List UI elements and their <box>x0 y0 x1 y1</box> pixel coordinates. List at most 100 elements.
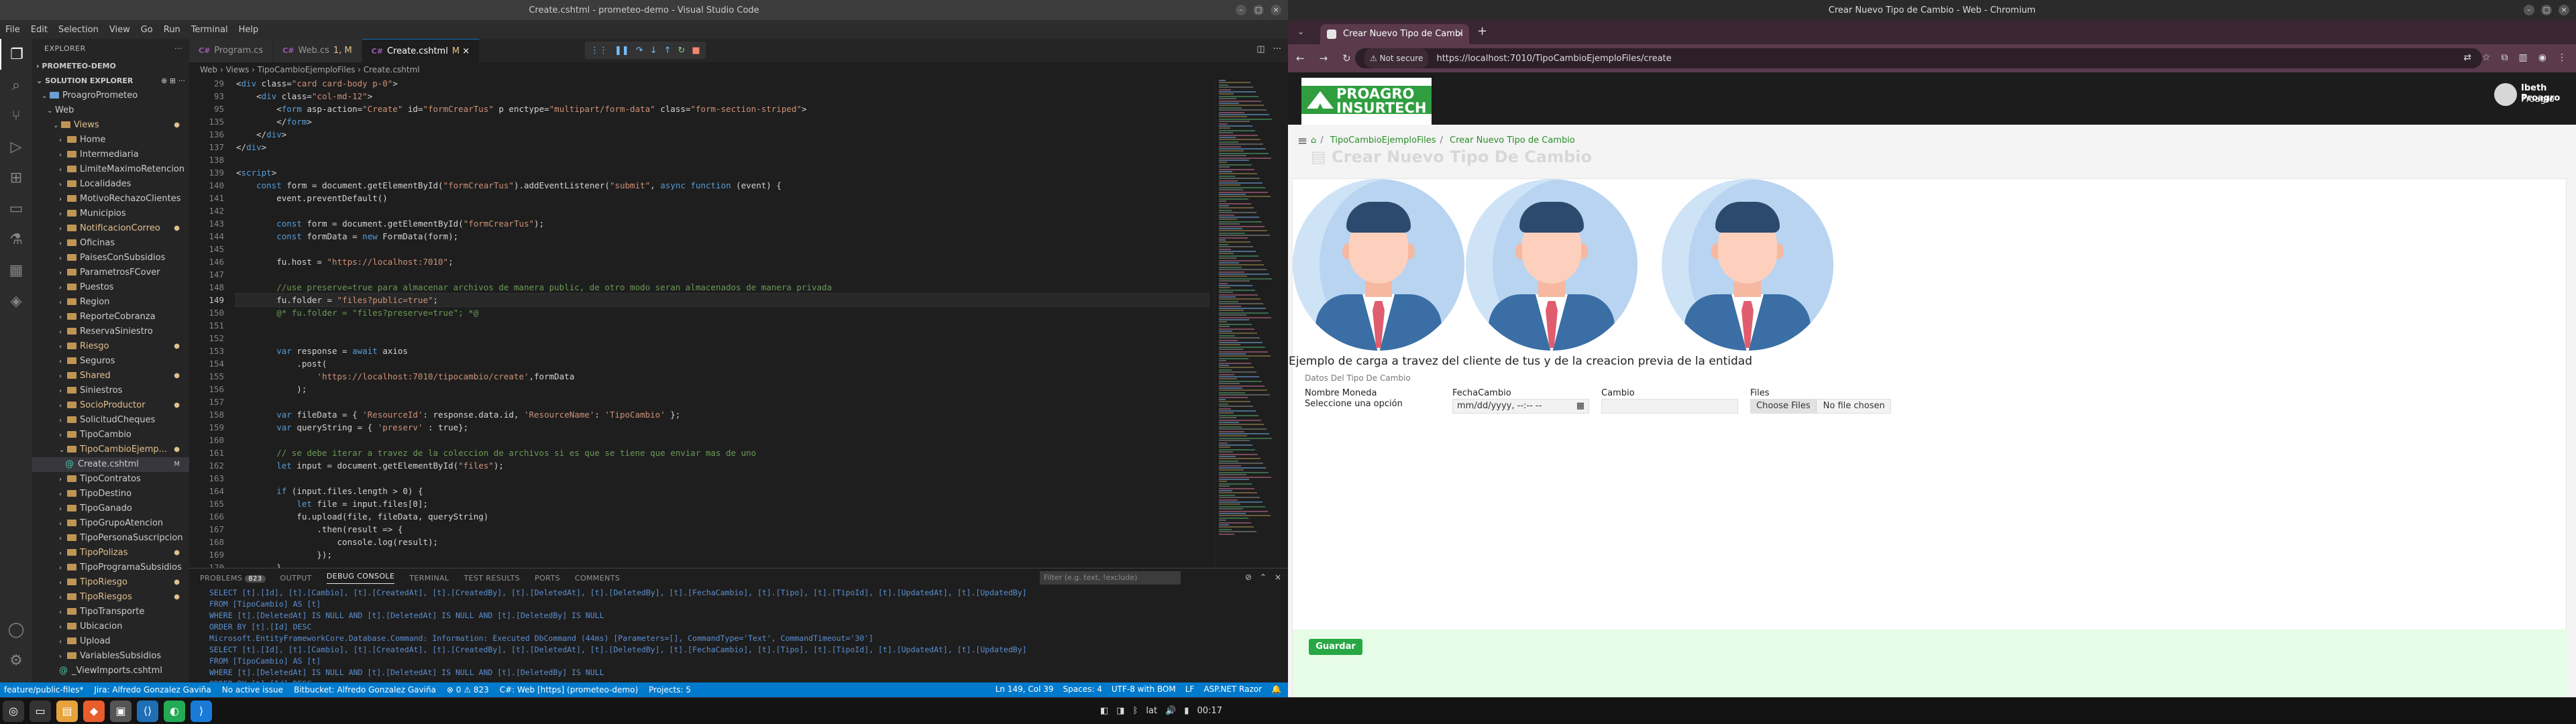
home-icon[interactable]: ⌂ <box>1311 135 1316 145</box>
hamburger-menu-icon[interactable]: ≡ <box>1297 134 1307 148</box>
translate-icon[interactable]: ⇄ <box>2463 52 2471 63</box>
tree-row[interactable]: › Upload <box>32 634 189 649</box>
code-line[interactable]: //use preserve=true para almacenar archi… <box>236 281 1209 294</box>
solution-explorer-section[interactable]: ⌄ SOLUTION EXPLORER ⊕ ⊞ ··· <box>32 74 189 88</box>
tree-row[interactable]: › Ubicacion <box>32 619 189 634</box>
source-control-icon[interactable]: ⑂ <box>0 101 32 131</box>
extensions-icon[interactable]: ⧉ <box>2502 52 2508 63</box>
code-line[interactable]: @* fu.folder = "files?preserve=true"; *@ <box>236 306 1209 319</box>
testing-icon[interactable]: ⚗ <box>0 224 32 255</box>
tree-row[interactable]: › TipoDestino <box>32 487 189 501</box>
choose-files-button[interactable]: Choose Files <box>1751 400 1817 413</box>
code-line[interactable]: const formData = new FormData(form); <box>236 230 1209 243</box>
editor-tab[interactable]: C# Create.cshtml M × <box>362 39 480 62</box>
start-menu-icon[interactable]: ◎ <box>3 701 24 722</box>
tree-row[interactable]: › TipoRiesgo ● <box>32 575 189 590</box>
branch-status[interactable]: feature/public-files* <box>4 685 83 695</box>
panel-tab-problems[interactable]: PROBLEMS 823 <box>200 574 266 583</box>
close-panel-icon[interactable]: × <box>1275 572 1281 582</box>
tree-row[interactable]: ⌄ Web <box>32 103 189 118</box>
more-icon[interactable]: ··· <box>174 39 182 59</box>
step-into-icon[interactable]: ↓ <box>650 46 657 56</box>
tree-row[interactable]: › Shared ● <box>32 369 189 383</box>
code-line[interactable]: 'https://localhost:7010/tipocambio/creat… <box>236 370 1209 383</box>
tree-row[interactable]: › Riesgo ● <box>32 339 189 354</box>
bookmark-star-icon[interactable]: ☆ <box>2482 52 2491 63</box>
maximize-icon[interactable]: □ <box>2541 5 2552 15</box>
keyboard-layout[interactable]: lat <box>1146 706 1157 716</box>
fecha-input[interactable]: mm/dd/yyyy, --:-- -- ▦ <box>1452 399 1589 414</box>
bluetooth-icon[interactable]: ᛒ <box>1133 706 1138 716</box>
menu-item-run[interactable]: Run <box>164 25 180 35</box>
tab-search-icon[interactable]: ⌄ <box>1297 27 1304 36</box>
tree-row[interactable]: @ _ViewImports.cshtml <box>32 664 189 678</box>
tree-row[interactable]: › ParametrosFCover <box>32 265 189 280</box>
solution-actions[interactable]: ⊕ ⊞ ··· <box>161 74 185 88</box>
tree-row[interactable]: › Siniestros <box>32 383 189 398</box>
code-line[interactable]: const form = document.getElementById("fo… <box>236 179 1209 192</box>
vscode-app-icon[interactable]: ⟨⟩ <box>137 701 158 722</box>
indentation[interactable]: Spaces: 4 <box>1063 684 1102 694</box>
not-secure-badge[interactable]: ⚠ Not secure <box>1364 48 1429 68</box>
split-editor-icon[interactable]: ◫ <box>1256 44 1265 54</box>
tree-row[interactable]: › TipoTransporte <box>32 605 189 619</box>
proagro-logo[interactable]: PROAGRO INSURTECH <box>1301 78 1432 125</box>
search-icon[interactable]: ⌕ <box>0 70 32 101</box>
docker-icon[interactable]: ▦ <box>0 255 32 286</box>
forward-icon[interactable]: → <box>1320 52 1328 64</box>
close-tab-icon[interactable]: × <box>1456 24 1464 44</box>
code-line[interactable]: var fileData = { 'ResourceId': response.… <box>236 408 1209 421</box>
tree-row[interactable]: › Seguros <box>32 354 189 369</box>
maximize-icon[interactable]: □ <box>1253 5 1264 15</box>
sidepanel-icon[interactable]: ▥ <box>2519 52 2528 63</box>
step-over-icon[interactable]: ↷ <box>636 46 643 56</box>
code-line[interactable] <box>236 472 1209 485</box>
breadcrumb[interactable]: Web › Views › TipoCambioEjemploFiles › C… <box>189 62 1288 77</box>
vscode-insiders-app-icon[interactable]: ⟩ <box>191 701 212 722</box>
panel-filter-input[interactable]: Filter (e.g. text, !exclude) <box>1040 571 1181 585</box>
tree-row[interactable]: › Municipios <box>32 206 189 221</box>
editor-tab[interactable]: C# Web.cs 1, M <box>273 39 362 62</box>
code-line[interactable] <box>236 268 1209 281</box>
tree-row[interactable]: › TipoRiesgos ● <box>32 590 189 605</box>
tree-row[interactable]: › TipoPolizas ● <box>32 546 189 560</box>
tree-row[interactable]: › NotificacionCorreo ● <box>32 221 189 236</box>
tree-row[interactable]: › Oficinas <box>32 236 189 251</box>
menu-kebab-icon[interactable]: ⋮ <box>2557 52 2567 63</box>
issue-status[interactable]: No active issue <box>222 685 283 695</box>
settings-gear-icon[interactable]: ⚙ <box>0 645 32 676</box>
tree-row[interactable]: › SocioProductor ● <box>32 398 189 413</box>
tree-row[interactable]: › TipoGrupoAtencion <box>32 516 189 531</box>
code-line[interactable]: const form = document.getElementById("fo… <box>236 217 1209 230</box>
projects-status[interactable]: Projects: 5 <box>649 685 691 695</box>
code-line[interactable] <box>236 434 1209 446</box>
tree-row[interactable]: › SolicitudCheques <box>32 413 189 428</box>
code-line[interactable]: var response = await axios <box>236 345 1209 357</box>
chat-app-icon[interactable]: ◐ <box>164 701 185 722</box>
more-icon[interactable]: ··· <box>1273 44 1281 54</box>
code-line[interactable]: </div> <box>236 128 1209 141</box>
tree-row[interactable]: › LimiteMaximoRetencion <box>32 162 189 177</box>
close-icon[interactable]: × <box>2559 5 2569 15</box>
clock[interactable]: 00:17 <box>1197 706 1222 716</box>
clear-console-icon[interactable]: ⊘ <box>1245 572 1252 582</box>
panel-tab-debug-console[interactable]: DEBUG CONSOLE <box>326 572 395 584</box>
cursor-position[interactable]: Ln 149, Col 39 <box>996 684 1054 694</box>
tree-row[interactable]: › Puestos <box>32 280 189 295</box>
browser-tab[interactable]: Crear Nuevo Tipo de Cambi × <box>1320 24 1469 44</box>
page-scrollbar[interactable] <box>2568 125 2576 697</box>
tree-row[interactable]: @ Create.cshtml M <box>32 457 189 472</box>
tree-row[interactable]: › TipoPersonaSuscripcion <box>32 531 189 546</box>
jira-status[interactable]: Jira: Alfredo Gonzalez Gaviña <box>94 685 211 695</box>
workspaces-icon[interactable]: ▭ <box>30 701 51 722</box>
tree-row[interactable]: › TipoCambio <box>32 428 189 442</box>
pause-icon[interactable]: ❚❚ <box>614 46 629 56</box>
tree-row[interactable]: › Intermediaria <box>32 147 189 162</box>
back-icon[interactable]: ← <box>1296 52 1305 64</box>
notifications-icon[interactable]: 🔔 <box>1271 684 1281 694</box>
menu-item-terminal[interactable]: Terminal <box>191 25 228 35</box>
close-icon[interactable]: × <box>1271 5 1281 15</box>
code-line[interactable]: .then(result => { <box>236 523 1209 536</box>
volume-icon[interactable]: 🔊 <box>1165 706 1176 716</box>
terminal-app-icon[interactable]: ▣ <box>110 701 131 722</box>
